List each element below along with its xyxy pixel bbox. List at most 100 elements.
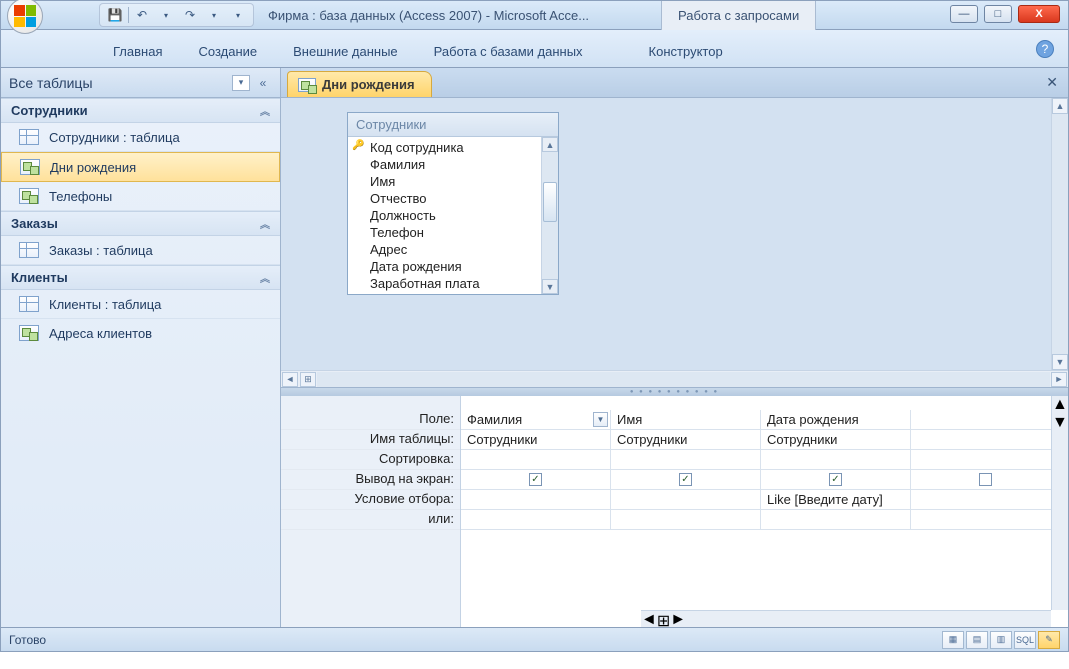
- qbe-cell[interactable]: [911, 510, 1061, 529]
- qbe-cell[interactable]: Like [Введите дату]: [761, 490, 911, 509]
- scroll-right-icon[interactable]: ►: [670, 611, 686, 627]
- field-row[interactable]: Дата рождения: [348, 258, 541, 275]
- qbe-cell[interactable]: [611, 450, 761, 469]
- nav-item-employees-table[interactable]: Сотрудники : таблица: [1, 123, 280, 152]
- scroll-thumb[interactable]: [543, 182, 557, 222]
- grid-vscroll[interactable]: ▲ ▼: [1051, 396, 1068, 610]
- help-icon[interactable]: ?: [1036, 40, 1054, 58]
- view-sql-button[interactable]: SQL: [1014, 631, 1036, 649]
- scroll-left-icon[interactable]: ⊞: [300, 372, 316, 387]
- nav-collapse-icon[interactable]: «: [254, 74, 272, 92]
- scroll-left-icon[interactable]: ⊞: [657, 611, 670, 627]
- view-design-icon[interactable]: ✎: [1038, 631, 1060, 649]
- scroll-up-icon[interactable]: ▲: [542, 137, 558, 152]
- nav-pane-header[interactable]: Все таблицы ▾ «: [1, 68, 280, 98]
- scroll-track[interactable]: [542, 152, 558, 279]
- qbe-cell[interactable]: Сотрудники: [761, 430, 911, 449]
- scroll-down-icon[interactable]: ▼: [1052, 414, 1068, 432]
- checkbox-show[interactable]: ✓: [529, 473, 542, 486]
- scroll-up-icon[interactable]: ▲: [1052, 98, 1068, 114]
- qbe-cell[interactable]: [911, 450, 1061, 469]
- ribbon-tab-design[interactable]: Конструктор: [631, 38, 741, 67]
- qbe-cell[interactable]: ✓: [761, 470, 911, 489]
- nav-item-orders-table[interactable]: Заказы : таблица: [1, 236, 280, 265]
- ribbon-tab-create[interactable]: Создание: [180, 38, 275, 67]
- minimize-button[interactable]: —: [950, 5, 978, 23]
- ribbon-tab-home[interactable]: Главная: [95, 38, 180, 67]
- qbe-cell[interactable]: [611, 490, 761, 509]
- field-row[interactable]: Адрес: [348, 241, 541, 258]
- qbe-cell[interactable]: [761, 450, 911, 469]
- ribbon-tab-external[interactable]: Внешние данные: [275, 38, 416, 67]
- undo-dropdown-icon[interactable]: ▾: [155, 5, 177, 25]
- nav-filter-dropdown-icon[interactable]: ▾: [232, 75, 250, 91]
- scroll-down-icon[interactable]: ▼: [542, 279, 558, 294]
- nav-group-clients[interactable]: Клиенты ︽: [1, 265, 280, 290]
- nav-item-client-addresses-query[interactable]: Адреса клиентов: [1, 319, 280, 347]
- scroll-down-icon[interactable]: ▼: [1052, 354, 1068, 370]
- view-datasheet-icon[interactable]: ▦: [942, 631, 964, 649]
- qbe-cell[interactable]: Сотрудники: [611, 430, 761, 449]
- field-list-title[interactable]: Сотрудники: [348, 113, 558, 137]
- redo-dropdown-icon[interactable]: ▾: [203, 5, 225, 25]
- qbe-cell[interactable]: [911, 430, 1061, 449]
- nav-item-clients-table[interactable]: Клиенты : таблица: [1, 290, 280, 319]
- scroll-right-icon[interactable]: ►: [1051, 372, 1067, 387]
- qbe-cell[interactable]: [611, 510, 761, 529]
- qbe-cell[interactable]: [911, 490, 1061, 509]
- undo-icon[interactable]: ↶: [131, 5, 153, 25]
- qbe-cell[interactable]: [911, 410, 1061, 429]
- field-row[interactable]: Заработная плата: [348, 275, 541, 292]
- qbe-cell[interactable]: Фамилия▼: [461, 410, 611, 429]
- qbe-cell[interactable]: [761, 510, 911, 529]
- close-button[interactable]: X: [1018, 5, 1060, 23]
- grid-hscroll[interactable]: ◄ ⊞ ►: [641, 610, 1051, 627]
- view-pivottable-icon[interactable]: ▤: [966, 631, 988, 649]
- query-design-grid: Поле: Имя таблицы: Сортировка: Вывод на …: [281, 396, 1068, 627]
- nav-item-birthdays-query[interactable]: Дни рождения: [1, 152, 280, 182]
- maximize-button[interactable]: □: [984, 5, 1012, 23]
- qbe-cell[interactable]: Сотрудники: [461, 430, 611, 449]
- field-row[interactable]: Отчество: [348, 190, 541, 207]
- checkbox-show[interactable]: ✓: [679, 473, 692, 486]
- qbe-cell[interactable]: [461, 490, 611, 509]
- field-row[interactable]: Фамилия: [348, 156, 541, 173]
- field-row[interactable]: Должность: [348, 207, 541, 224]
- ribbon-tab-dbtools[interactable]: Работа с базами данных: [416, 38, 601, 67]
- query-design-diagram[interactable]: Сотрудники Код сотрудника Фамилия Имя От…: [281, 98, 1068, 388]
- nav-item-phones-query[interactable]: Телефоны: [1, 182, 280, 211]
- dropdown-icon[interactable]: ▼: [593, 412, 608, 427]
- qbe-cell[interactable]: ✓: [461, 470, 611, 489]
- checkbox-show[interactable]: ✓: [829, 473, 842, 486]
- field-row[interactable]: Имя: [348, 173, 541, 190]
- qbe-cell[interactable]: Дата рождения: [761, 410, 911, 429]
- checkbox-show[interactable]: [979, 473, 992, 486]
- nav-group-orders[interactable]: Заказы ︽: [1, 211, 280, 236]
- doc-close-icon[interactable]: ✕: [1046, 74, 1058, 91]
- diagram-hscroll[interactable]: ◄ ⊞ ►: [281, 370, 1068, 387]
- office-button[interactable]: [7, 0, 43, 34]
- doc-tab-birthdays[interactable]: Дни рождения: [287, 71, 432, 97]
- redo-icon[interactable]: ↷: [179, 5, 201, 25]
- scroll-up-icon[interactable]: ▲: [1052, 396, 1068, 414]
- field-list-employees[interactable]: Сотрудники Код сотрудника Фамилия Имя От…: [347, 112, 559, 295]
- qbe-cell[interactable]: [461, 510, 611, 529]
- field-row[interactable]: Код сотрудника: [348, 139, 541, 156]
- nav-group-employees[interactable]: Сотрудники ︽: [1, 98, 280, 123]
- status-text: Готово: [9, 633, 46, 647]
- scroll-left-icon[interactable]: ◄: [282, 372, 298, 387]
- diagram-vscroll[interactable]: ▲ ▼: [1051, 98, 1068, 370]
- save-icon[interactable]: 💾: [104, 5, 126, 25]
- qbe-cell[interactable]: [461, 450, 611, 469]
- qbe-cell[interactable]: ✓: [611, 470, 761, 489]
- qbe-cell[interactable]: Имя: [611, 410, 761, 429]
- qbe-cell[interactable]: [911, 470, 1061, 489]
- fieldlist-scrollbar[interactable]: ▲ ▼: [541, 137, 558, 294]
- view-pivotchart-icon[interactable]: ▥: [990, 631, 1012, 649]
- design-splitter[interactable]: ● ● ● ● ● ● ● ● ● ●: [281, 388, 1068, 396]
- field-row[interactable]: Телефон: [348, 224, 541, 241]
- qat-customize-icon[interactable]: ▾: [227, 5, 249, 25]
- scroll-left-icon[interactable]: ◄: [641, 611, 657, 627]
- scroll-track[interactable]: [317, 372, 1050, 387]
- scroll-track[interactable]: [1052, 114, 1068, 354]
